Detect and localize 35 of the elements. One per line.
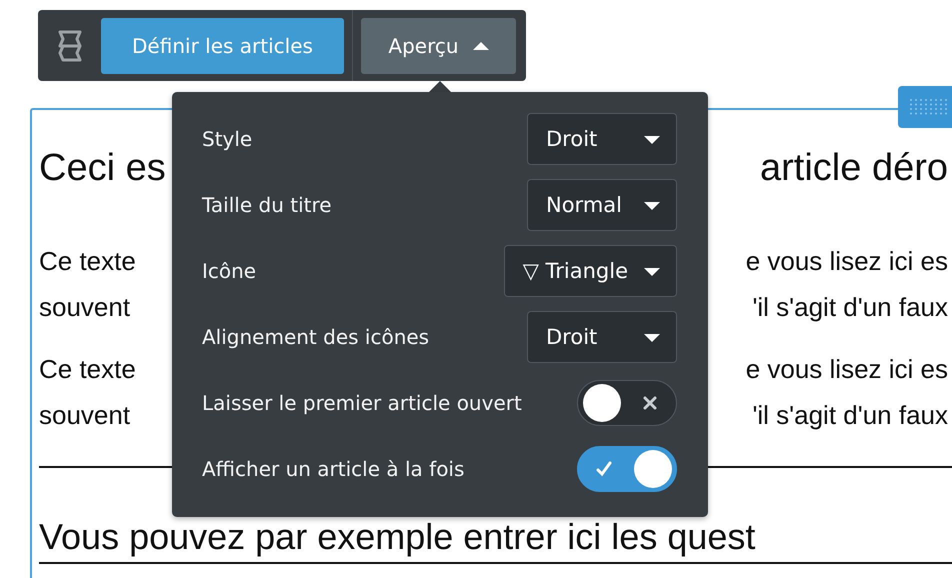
paragraph-text: e vous lisez ici es [746,354,948,384]
dropdown-select[interactable]: Droit [527,311,677,363]
paragraph-text: 'il s'agit d'un faux [752,400,948,430]
toggle-knob [583,384,621,422]
paragraph-text: souvent [39,400,130,430]
setting-label: Icône [202,259,256,283]
close-icon [642,395,658,411]
drag-handle[interactable] [898,86,952,128]
paragraph-text: Ce texte [39,354,136,384]
caret-icon [644,332,660,342]
setting-label: Afficher un article à la fois [202,457,464,481]
caret-icon [644,134,660,144]
heading-text: Ceci es [39,146,166,190]
setting-label: Style [202,127,252,151]
caret-icon [644,266,660,276]
toggle-knob [634,450,672,488]
setting-label: Alignement des icônes [202,325,430,349]
dots-icon [908,97,948,117]
paragraph-text: souvent [39,292,130,322]
paragraph-text: e vous lisez ici es [746,246,948,276]
heading-text: article déro [760,146,948,190]
check-icon [596,461,612,477]
preview-button[interactable]: Aperçu [361,18,516,74]
toggle-switch[interactable] [577,446,677,492]
dropdown-select[interactable]: ▽ Triangle [504,245,677,297]
setting-label: Laisser le premier article ouvert [202,391,522,415]
setting-label: Taille du titre [202,193,332,217]
paragraph-text: Ce texte [39,246,136,276]
dropdown-select[interactable]: Droit [527,113,677,165]
dropdown-select[interactable]: Normal [527,179,677,231]
heading-text: Vous pouvez par exemple entrer ici les quest [39,516,756,558]
toggle-switch[interactable] [577,380,677,426]
paragraph-text: 'il s'agit d'un faux [752,292,948,322]
caret-icon [644,200,660,210]
caret-icon [472,41,489,50]
